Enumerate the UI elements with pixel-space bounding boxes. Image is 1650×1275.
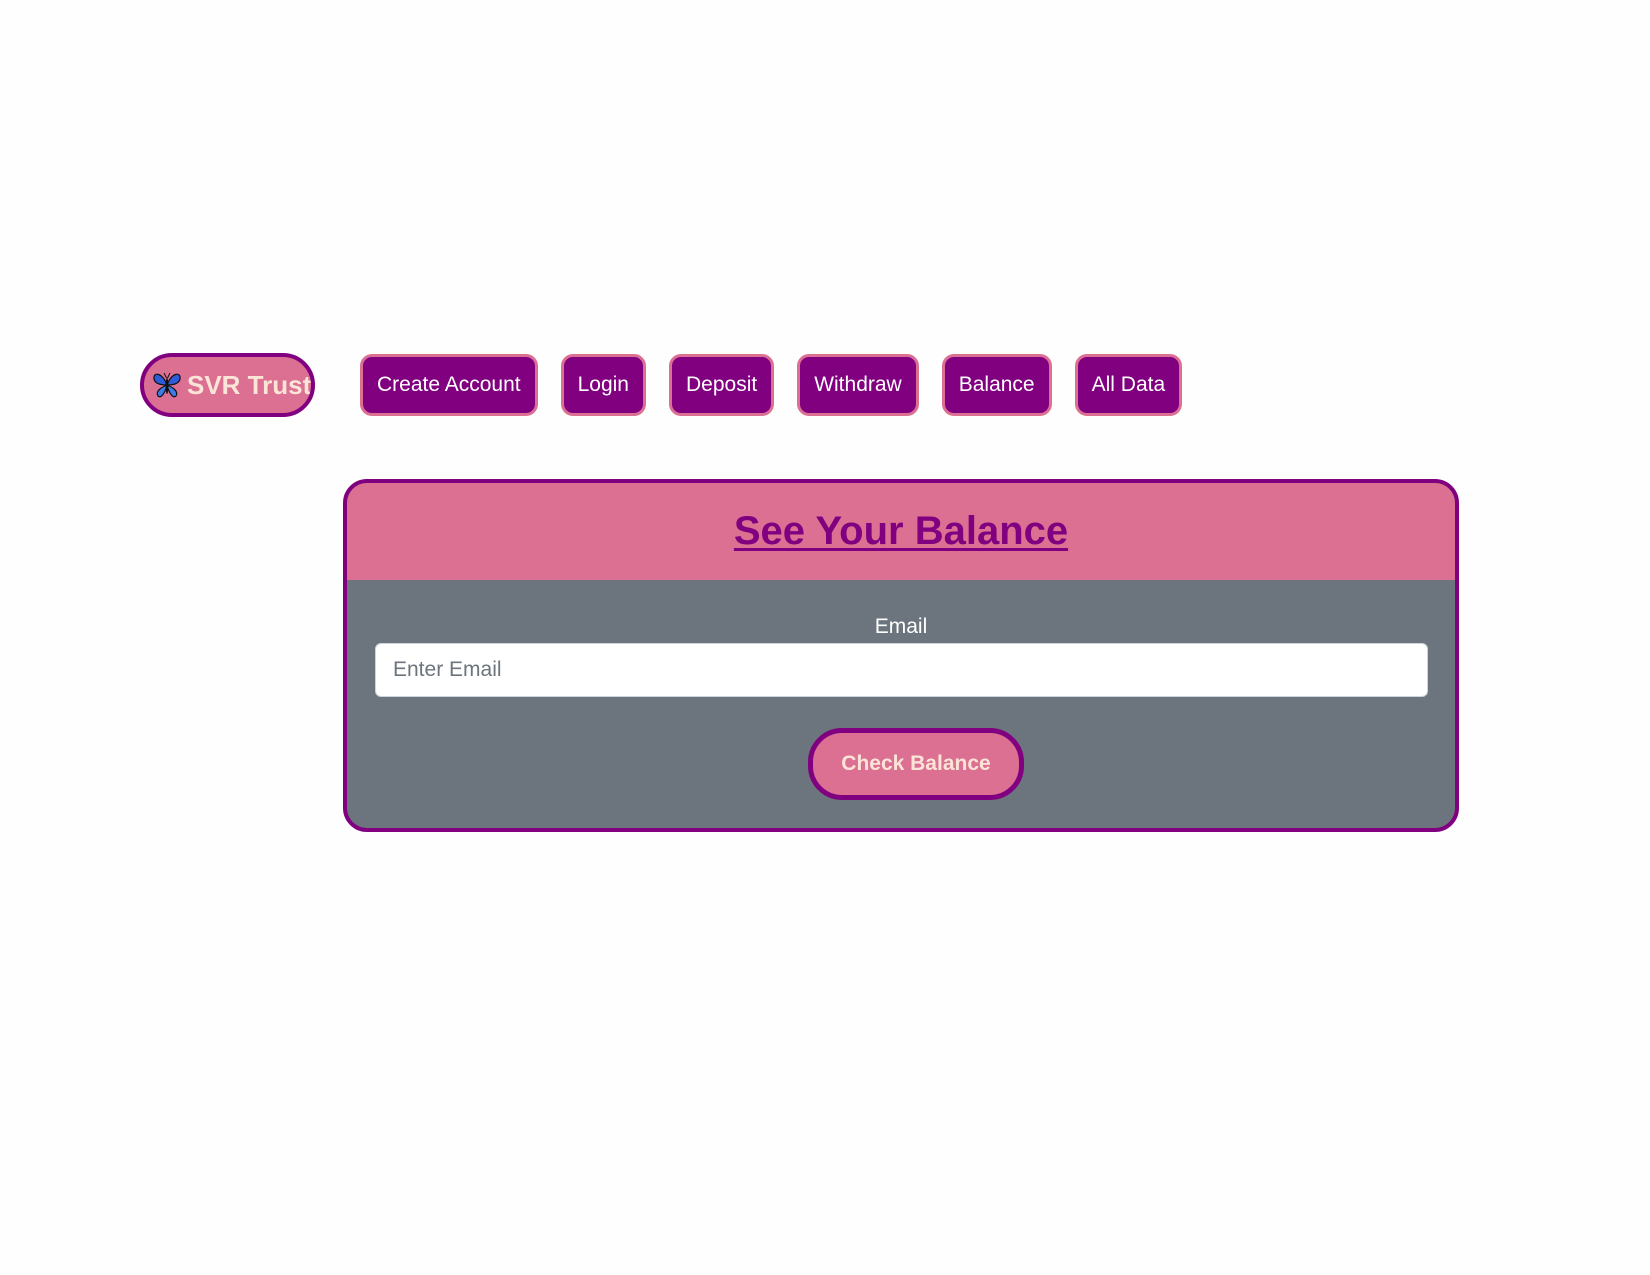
balance-card: See Your Balance Email Check Balance	[343, 479, 1459, 832]
email-input[interactable]	[375, 643, 1428, 697]
card-body: Email Check Balance	[347, 580, 1455, 828]
nav-create-account[interactable]: Create Account	[360, 354, 538, 416]
navbar: SVR Trust Create Account Login Deposit W…	[140, 353, 1205, 417]
brand-link[interactable]: SVR Trust	[140, 353, 315, 417]
nav-all-data[interactable]: All Data	[1074, 354, 1183, 416]
check-balance-button[interactable]: Check Balance	[808, 728, 1024, 800]
nav-balance[interactable]: Balance	[941, 354, 1052, 416]
card-header: See Your Balance	[347, 483, 1455, 580]
brand-label: SVR Trust	[187, 369, 312, 400]
nav-list: Create Account Login Deposit Withdraw Ba…	[360, 354, 1205, 416]
email-label: Email	[874, 615, 928, 638]
nav-login[interactable]: Login	[560, 354, 646, 416]
card-title: See Your Balance	[733, 509, 1069, 553]
nav-deposit[interactable]: Deposit	[668, 354, 775, 416]
nav-withdraw[interactable]: Withdraw	[797, 354, 919, 416]
page: SVR Trust Create Account Login Deposit W…	[0, 0, 1650, 1275]
butterfly-icon	[151, 369, 183, 401]
